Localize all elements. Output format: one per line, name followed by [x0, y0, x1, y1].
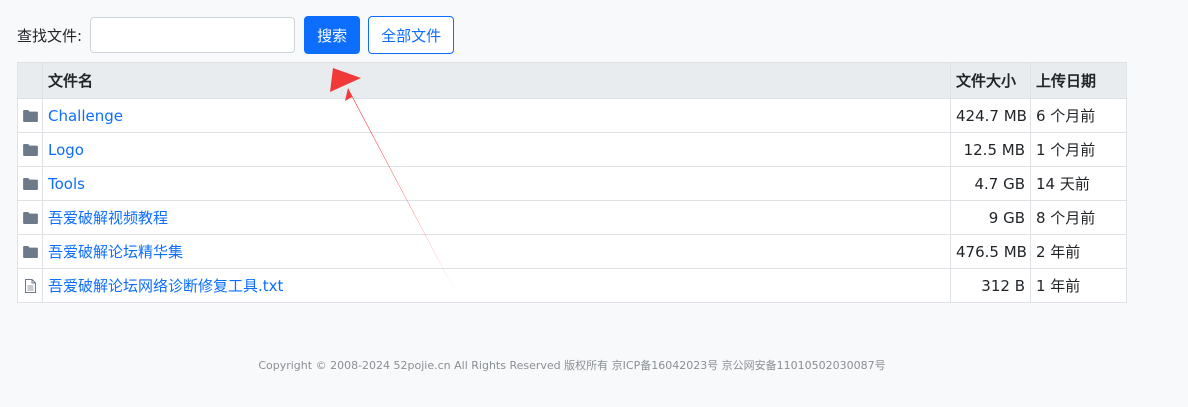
file-size: 4.7 GB	[950, 166, 1031, 201]
file-link[interactable]: Challenge	[48, 107, 123, 125]
file-link[interactable]: Tools	[48, 175, 85, 193]
table-header-row: 文件名 文件大小 上传日期	[17, 62, 1127, 99]
folder-icon	[23, 110, 38, 122]
file-size: 476.5 MB	[950, 234, 1031, 269]
search-bar: 查找文件: 搜索 全部文件	[17, 16, 455, 54]
search-label: 查找文件:	[17, 26, 83, 45]
header-icon-column	[17, 62, 43, 99]
table-row[interactable]: folder-iconTools4.7 GB14 天前	[17, 166, 1127, 201]
upload-date: 14 天前	[1030, 166, 1127, 201]
file-size: 312 B	[950, 268, 1031, 303]
folder-icon	[23, 178, 38, 190]
header-upload-date[interactable]: 上传日期	[1030, 62, 1127, 99]
table-row[interactable]: folder-icon吾爱破解视频教程9 GB8 个月前	[17, 200, 1127, 235]
search-button[interactable]: 搜索	[304, 16, 361, 54]
upload-date: 2 年前	[1030, 234, 1127, 269]
file-table: 文件名 文件大小 上传日期 folder-iconChallenge424.7 …	[17, 62, 1127, 303]
file-size: 424.7 MB	[950, 98, 1031, 133]
upload-date: 6 个月前	[1030, 98, 1127, 133]
header-file-size[interactable]: 文件大小	[950, 62, 1031, 99]
upload-date: 1 年前	[1030, 268, 1127, 303]
table-row[interactable]: folder-icon吾爱破解论坛精华集476.5 MB2 年前	[17, 234, 1127, 269]
file-link[interactable]: 吾爱破解论坛网络诊断修复工具.txt	[48, 277, 283, 295]
table-row[interactable]: folder-iconLogo12.5 MB1 个月前	[17, 132, 1127, 167]
file-size: 12.5 MB	[950, 132, 1031, 167]
file-link[interactable]: 吾爱破解论坛精华集	[48, 243, 183, 261]
table-row[interactable]: folder-iconChallenge424.7 MB6 个月前	[17, 98, 1127, 133]
upload-date: 8 个月前	[1030, 200, 1127, 235]
file-link[interactable]: Logo	[48, 141, 84, 159]
header-file-name[interactable]: 文件名	[42, 62, 951, 99]
file-size: 9 GB	[950, 200, 1031, 235]
folder-icon	[23, 212, 38, 224]
folder-icon	[23, 246, 38, 258]
file-link[interactable]: 吾爱破解视频教程	[48, 209, 168, 227]
table-row[interactable]: file-icon吾爱破解论坛网络诊断修复工具.txt312 B1 年前	[17, 268, 1127, 303]
file-icon	[24, 279, 36, 293]
file-table-body: folder-iconChallenge424.7 MB6 个月前folder-…	[17, 98, 1127, 303]
folder-icon	[23, 144, 38, 156]
search-input[interactable]	[90, 17, 296, 53]
all-files-button[interactable]: 全部文件	[368, 16, 455, 54]
footer-copyright: Copyright © 2008-2024 52pojie.cn All Rig…	[258, 359, 886, 372]
upload-date: 1 个月前	[1030, 132, 1127, 167]
